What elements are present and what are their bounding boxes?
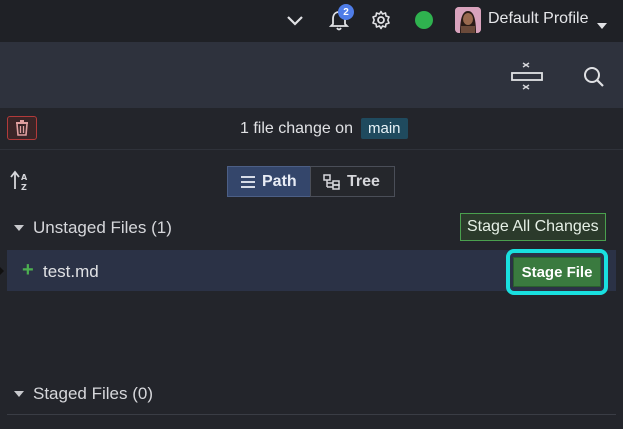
stage-all-button[interactable]: Stage All Changes [460,213,606,241]
unstaged-section-toggle[interactable]: Unstaged Files (1) [14,218,172,238]
divider [7,414,616,415]
file-name[interactable]: test.md [43,262,99,282]
commit-graph-icon[interactable] [509,60,545,94]
unstaged-title: Unstaged Files (1) [33,218,172,237]
profile-name[interactable]: Default Profile [488,10,589,28]
svg-text:A: A [21,173,28,182]
avatar[interactable] [455,7,481,33]
stage-file-button[interactable]: Stage File [513,257,601,287]
change-summary: 1 file change on [240,120,353,137]
trash-icon [16,120,28,136]
caret-down-icon[interactable] [597,16,607,34]
search-icon[interactable] [581,64,607,90]
added-file-icon: + [22,259,34,281]
discard-all-button[interactable] [7,116,37,140]
list-icon [241,175,255,188]
path-view-tab[interactable]: Path [227,166,311,197]
sort-alpha-icon[interactable]: A Z [10,170,32,197]
tree-view-label: Tree [347,172,380,190]
tree-icon [323,173,340,190]
staged-section-toggle[interactable]: Staged Files (0) [14,384,153,404]
collapse-triangle-icon [14,225,24,231]
path-view-label: Path [262,172,297,190]
row-pointer-icon [0,267,4,275]
status-indicator [415,11,433,29]
svg-text:Z: Z [21,183,27,192]
staged-title: Staged Files (0) [33,384,153,403]
notification-badge: 2 [338,4,354,20]
chevron-down-icon[interactable] [284,10,306,32]
tree-view-tab[interactable]: Tree [310,166,395,197]
gear-icon[interactable] [369,8,393,32]
collapse-triangle-icon [14,391,24,397]
branch-badge: main [361,118,408,139]
